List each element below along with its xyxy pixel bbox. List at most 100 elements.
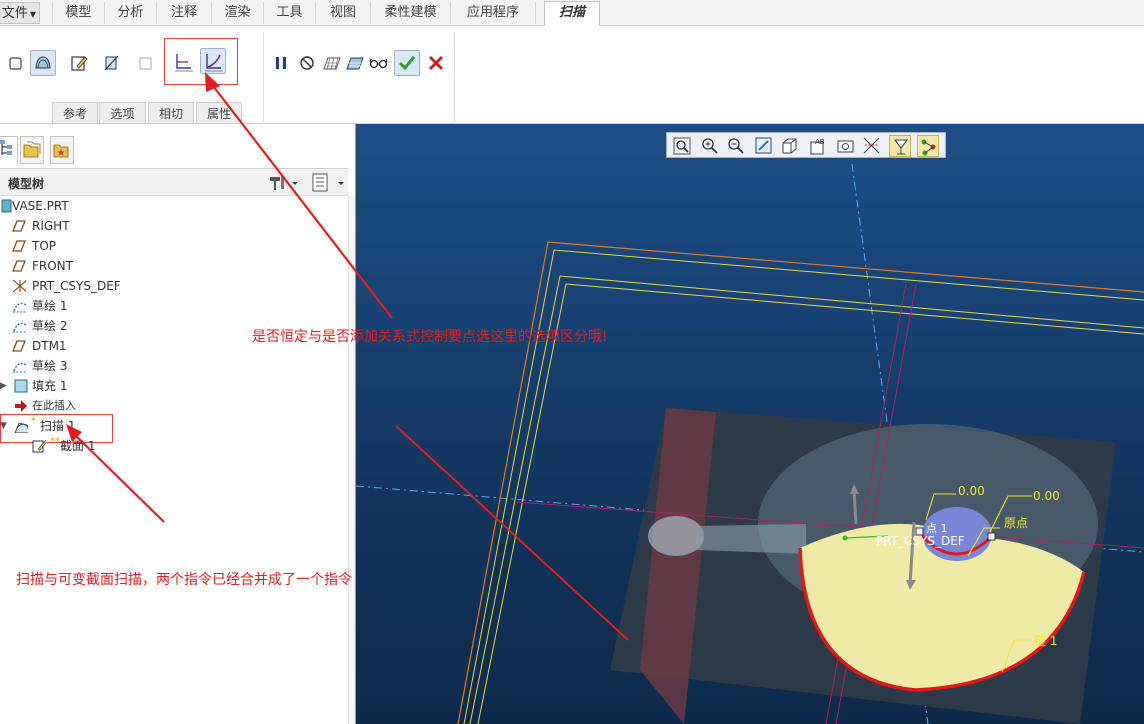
tab-references[interactable]: 参考 [52,102,98,124]
tree-item-label: 填充 1 [32,379,68,393]
tree-item-label: PRT_CSYS_DEF [32,279,121,293]
annotation-note-sweep: 扫描与可变截面扫描，两个指令已经合并成了一个指令 [16,572,352,588]
tree-item-front[interactable]: FRONT [0,256,340,276]
tab-folder-browser[interactable] [20,136,44,164]
section-sketch-icon [32,439,46,453]
tree-item-label: FRONT [32,259,73,273]
tab-annotate[interactable]: 注释 [156,2,211,24]
tab-options[interactable]: 选项 [99,102,146,124]
geometry-preview-button[interactable] [341,50,367,76]
tree-settings-button[interactable] [268,173,300,193]
vase-photo-stopper [648,516,704,556]
favorites-folder-icon [53,144,69,158]
tree-icon [0,140,12,155]
tab-view[interactable]: 视图 [315,2,370,24]
tree-show-button[interactable] [310,172,346,194]
tab-tangency[interactable]: 相切 [148,102,194,124]
model-scene [356,163,1144,724]
drag-handle[interactable] [987,532,996,541]
tree-item-sketch-3[interactable]: 草绘 3 [0,356,340,376]
remove-material-icon [104,55,119,71]
tree-item-top[interactable]: TOP [0,236,340,256]
chain-label: 链 1 [1034,634,1058,648]
tree-item-sketch-1[interactable]: 草绘 1 [0,296,340,316]
csys-label: PRT_CSYS_DEF [876,534,965,548]
remove-material-button[interactable] [98,50,124,76]
glasses-icon [369,58,388,69]
expand-arrow-icon[interactable]: ▶ [0,376,7,396]
hammer-icon [270,176,298,190]
annotation-note-options: 是否恒定与是否添加关系式控制要点选这里的选项区分哦! [252,329,608,345]
model-tree-header: 模型树 [0,168,348,196]
chevron-down-icon: ▼ [29,10,37,19]
datum-plane-icon [12,340,26,352]
drag-handle-arrow[interactable] [852,489,858,525]
tree-item-label: VASE.PRT [12,199,69,213]
thicken-icon [139,57,152,70]
no-preview-button[interactable] [294,50,320,76]
constant-section-button[interactable] [170,48,196,74]
model-tree-panel: 模型树 VASE.PRT RIGHT TOP FRONT PRT_CSYS_DE… [0,124,356,724]
origin-point [842,535,848,541]
tree-scrollbar[interactable] [348,196,355,724]
verify-mode-button[interactable] [365,50,391,76]
new-feature-star-icon: ** [50,436,60,447]
solid-button[interactable] [2,50,28,76]
tab-flexible-modeling[interactable]: 柔性建模 [370,2,450,24]
tree-item-label: RIGHT [32,219,70,233]
confirm-button[interactable] [394,50,420,76]
tab-applications[interactable]: 应用程序 [450,2,536,24]
constant-section-icon [175,54,193,72]
sketch-button[interactable] [66,50,92,76]
tree-item-section-1[interactable]: ** 截面 1 [0,436,340,456]
ribbon-divider [263,32,264,122]
ribbon-divider-2 [454,32,455,122]
graphics-viewport[interactable]: AB 0.00 0.00 原点 链 1 PRT_CSYS_DEF 点 1 [356,124,1144,724]
tab-tools[interactable]: 工具 [263,2,315,24]
cancel-button[interactable] [423,50,449,76]
datum-plane-icon [12,240,26,252]
tab-model-tree[interactable] [0,136,18,164]
dimension-label[interactable]: 0.00 [958,484,985,498]
origin-label: 原点 [1004,516,1029,530]
sketch-icon [13,362,26,373]
tab-render[interactable]: 渲染 [211,2,263,24]
file-menu-label: 文件 [1,6,28,21]
folder-icon [23,141,41,158]
sketch-icon [13,302,26,313]
tree-item-csys[interactable]: PRT_CSYS_DEF [0,276,340,296]
surface-button[interactable] [30,50,56,76]
pause-button[interactable] [268,50,294,76]
tab-properties[interactable]: 属性 [196,102,242,124]
check-icon [398,56,416,71]
thicken-button[interactable] [132,50,158,76]
tree-item-label: TOP [32,239,57,253]
tree-item-label: DTM1 [32,339,67,353]
file-menu-button[interactable]: 文件 ▼ [0,2,40,24]
point-label: 点 1 [926,522,948,535]
vase-photo-neck [696,524,806,554]
tab-analysis[interactable]: 分析 [104,2,156,24]
datum-plane-icon [12,260,26,272]
app-window: 文件 ▼ 模型 分析 注释 渲染 工具 视图 柔性建模 应用程序 扫描 参考 选… [0,0,1144,724]
datum-plane-icon [12,220,26,232]
tab-favorites[interactable] [50,136,74,164]
variable-section-button[interactable] [200,48,226,74]
fill-icon [14,379,28,393]
tree-item-fill-1[interactable]: ▶ 填充 1 [0,376,340,396]
surface-icon [35,56,51,69]
menu-bar: 文件 ▼ 模型 分析 注释 渲染 工具 视图 柔性建模 应用程序 扫描 [0,0,1144,27]
tree-item-part[interactable]: VASE.PRT [0,196,340,216]
tab-sweep[interactable]: 扫描 [544,1,600,27]
tree-item-label: 截面 1 [60,439,96,453]
tab-model[interactable]: 模型 [52,2,104,24]
dimension-label[interactable]: 0.00 [1033,489,1060,503]
tree-item-insert-here[interactable]: 在此插入 [0,396,340,416]
pause-icon [276,57,286,69]
geometry-preview-icon [346,57,364,70]
coordinate-system-icon [12,279,26,293]
tree-item-right[interactable]: RIGHT [0,216,340,236]
no-preview-icon [300,56,314,70]
model-tree-title: 模型树 [8,177,45,191]
ribbon: 参考 选项 相切 属性 [0,26,1144,124]
